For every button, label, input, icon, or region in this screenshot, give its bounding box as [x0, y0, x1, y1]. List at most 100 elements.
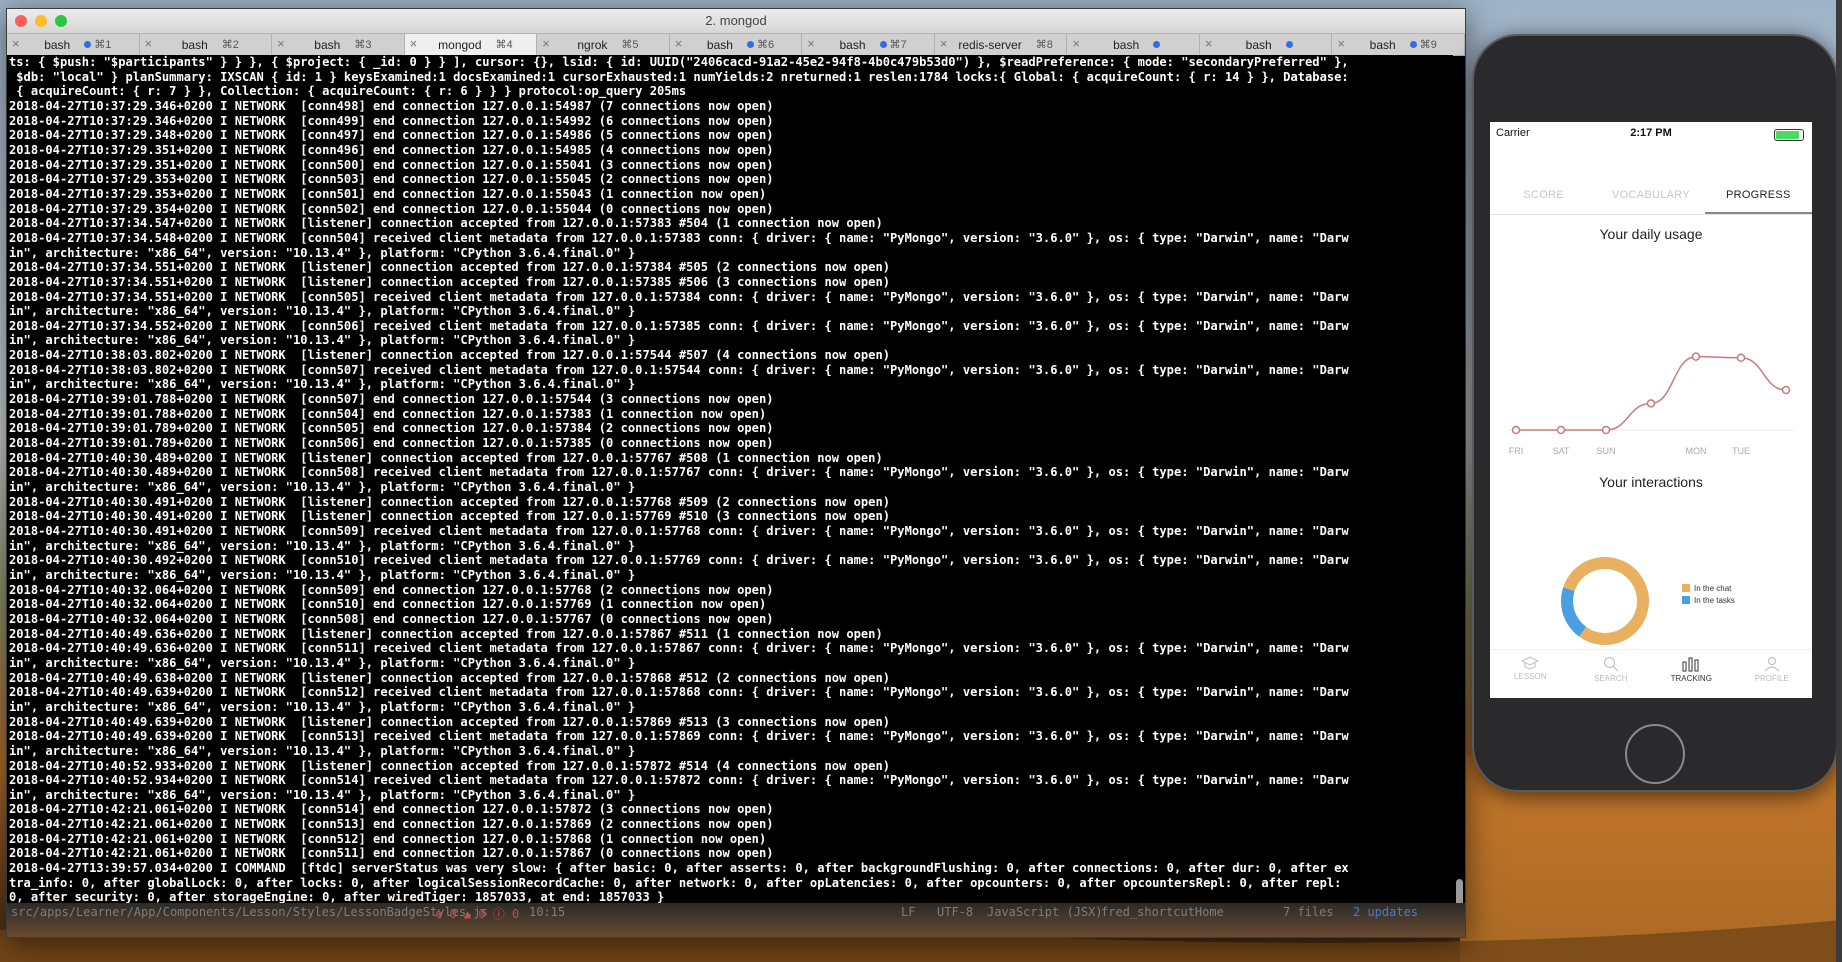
phone-screen[interactable]: Carrier 2:17 PM SCORE VOCABULARY PROGRESS … [1490, 122, 1812, 698]
terminal-titlebar[interactable]: 2. mongod [7, 9, 1465, 34]
usage-point [1556, 425, 1566, 435]
log-line: 2018-04-27T10:40:52.934+0200 I NETWORK [… [9, 773, 1349, 788]
close-tab-icon[interactable]: × [1072, 36, 1080, 51]
terminal-output[interactable]: ts: { $push: "$participants" } } }, { $p… [7, 55, 1453, 903]
log-line: 2018-04-27T10:40:30.491+0200 I NETWORK [… [9, 509, 891, 524]
usage-point [1691, 352, 1701, 361]
log-line: 2018-04-27T10:40:30.489+0200 I NETWORK [… [9, 450, 883, 465]
log-line: 0, after security: 0, after storageEngin… [9, 890, 665, 903]
terminal-tab-9[interactable]: × bash [1067, 34, 1200, 55]
terminal-tab-5[interactable]: × ngrok ⌘5 [537, 34, 670, 55]
log-line: 2018-04-27T10:40:49.639+0200 I NETWORK [… [9, 685, 1349, 700]
close-tab-icon[interactable]: × [12, 36, 20, 51]
tab-label: bash [839, 37, 866, 52]
close-tab-icon[interactable]: × [410, 36, 418, 51]
terminal-tab-7[interactable]: × bash ⌘7 [802, 34, 935, 55]
interactions-donut-chart [1561, 557, 1649, 645]
terminal-tab-bar: × bash ⌘1 × bash ⌘2 × bash ⌘3 × mongod ⌘4 × ngrok ⌘5 × b… [7, 34, 1465, 56]
nav-search[interactable]: SEARCH [1571, 650, 1652, 698]
close-tab-icon[interactable]: × [940, 36, 948, 51]
close-tab-icon[interactable]: × [277, 36, 285, 51]
terminal-tab-4[interactable]: × mongod ⌘4 [404, 34, 538, 55]
x-tick-label: MON [1686, 446, 1707, 456]
terminal-tab-8[interactable]: × redis-server ⌘8 [935, 34, 1068, 55]
tab-label: bash [314, 37, 341, 52]
terminal-window[interactable]: 2. mongod × bash ⌘1 × bash ⌘2 × bash ⌘3 × mongod ⌘4… [6, 8, 1466, 938]
log-line: 2018-04-27T10:37:34.551+0200 I NETWORK [… [9, 289, 1349, 304]
log-line: 2018-04-27T10:38:03.802+0200 I NETWORK [… [9, 348, 891, 363]
editor-cursor-position: 10:15 [529, 905, 566, 919]
tab-shortcut: ⌘9 [1409, 38, 1437, 51]
log-line: $db: "local" } planSummary: IXSCAN { id:… [9, 69, 1349, 84]
bottom-navigation: LESSON SEARCH TRACKING PROFILE [1490, 649, 1812, 698]
usage-point [1601, 425, 1611, 435]
bar-chart-icon [1651, 656, 1732, 672]
close-tab-icon[interactable]: × [542, 36, 550, 51]
log-line: 2018-04-27T10:40:30.489+0200 I NETWORK [… [9, 465, 1349, 480]
log-line: 2018-04-27T10:39:01.788+0200 I NETWORK [… [9, 406, 767, 421]
terminal-tab-3[interactable]: × bash ⌘3 [272, 34, 405, 55]
tab-label: bash [181, 37, 208, 52]
terminal-tab-6[interactable]: × bash ⌘6 [670, 34, 803, 55]
x-tick-label: TUE [1732, 446, 1750, 456]
progress-tabs: SCORE VOCABULARY PROGRESS [1490, 180, 1812, 215]
tab-shortcut [1153, 39, 1163, 51]
activity-dot-icon [1153, 40, 1161, 48]
nav-label: TRACKING [1670, 674, 1712, 683]
battery-icon [1774, 129, 1804, 141]
terminal-tab-2[interactable]: × bash ⌘2 [140, 34, 273, 55]
tab-score[interactable]: SCORE [1490, 180, 1597, 214]
terminal-tab-11[interactable]: × bash ⌘9 [1332, 34, 1465, 55]
terminal-tab-1[interactable]: × bash ⌘1 [7, 34, 140, 55]
phone-status-bar: Carrier 2:17 PM [1490, 122, 1812, 144]
log-line: 2018-04-27T10:40:49.636+0200 I NETWORK [… [9, 626, 883, 641]
legend-label: In the tasks [1694, 596, 1735, 605]
editor-grammar: JavaScript (JSX) [987, 905, 1103, 919]
tab-label: ngrok [577, 37, 608, 52]
close-tab-icon[interactable]: × [807, 36, 815, 51]
log-line: 2018-04-27T10:37:34.547+0200 I NETWORK [… [9, 216, 883, 231]
x-tick-label: SUN [1596, 446, 1615, 456]
x-tick-label: SAT [1553, 446, 1570, 456]
tab-vocabulary[interactable]: VOCABULARY [1597, 180, 1704, 214]
close-tab-icon[interactable]: × [675, 36, 683, 51]
nav-profile[interactable]: PROFILE [1732, 650, 1813, 698]
log-line: 2018-04-27T10:40:49.636+0200 I NETWORK [… [9, 641, 1349, 656]
nav-label: PROFILE [1754, 674, 1789, 683]
usage-point [1646, 399, 1656, 408]
log-line: 2018-04-27T10:42:21.061+0200 I NETWORK [… [9, 831, 767, 846]
log-line: 2018-04-27T10:40:49.639+0200 I NETWORK [… [9, 714, 891, 729]
window-title: 2. mongod [705, 13, 767, 28]
legend-swatch [1682, 596, 1690, 604]
daily-usage-title: Your daily usage [1599, 226, 1703, 242]
nav-lesson[interactable]: LESSON [1490, 650, 1571, 698]
usage-point [1781, 385, 1791, 395]
home-button[interactable] [1625, 724, 1685, 784]
close-tab-icon[interactable]: × [1205, 36, 1213, 51]
desktop-right-edge [1836, 0, 1842, 962]
person-icon [1732, 656, 1813, 672]
log-line: 2018-04-27T10:37:34.551+0200 I NETWORK [… [9, 260, 891, 275]
activity-dot-icon [746, 41, 754, 48]
usage-point [1736, 353, 1746, 363]
log-line: 2018-04-27T10:37:29.346+0200 I NETWORK [… [9, 113, 774, 128]
activity-dot-icon [84, 41, 92, 48]
log-line: 2018-04-27T10:40:30.491+0200 I NETWORK [… [9, 524, 1349, 538]
terminal-tab-10[interactable]: × bash [1200, 34, 1333, 55]
close-tab-icon[interactable]: × [145, 36, 153, 51]
nav-tracking[interactable]: TRACKING [1651, 650, 1732, 698]
tab-progress[interactable]: PROGRESS [1704, 180, 1812, 214]
tab-label: mongod [438, 37, 482, 52]
log-line: 2018-04-27T10:40:30.491+0200 I NETWORK [… [9, 494, 891, 509]
close-tab-icon[interactable]: × [1337, 36, 1345, 51]
legend-item: In the tasks [1682, 596, 1735, 605]
tab-label: bash [1113, 37, 1140, 52]
graduation-cap-icon [1490, 656, 1571, 670]
nav-label: LESSON [1514, 672, 1547, 681]
log-line: 2018-04-27T10:40:49.639+0200 I NETWORK [… [9, 729, 1349, 744]
log-line: 2018-04-27T10:42:21.061+0200 I NETWORK [… [9, 846, 774, 861]
tab-shortcut: ⌘5 [621, 39, 639, 51]
log-line: in", architecture: "x86_64", version: "1… [9, 377, 636, 392]
daily-usage-chart: FRI SAT SUN MON TUE [1508, 352, 1794, 456]
log-line: 2018-04-27T13:39:57.034+0200 I COMMAND [… [9, 861, 1349, 876]
